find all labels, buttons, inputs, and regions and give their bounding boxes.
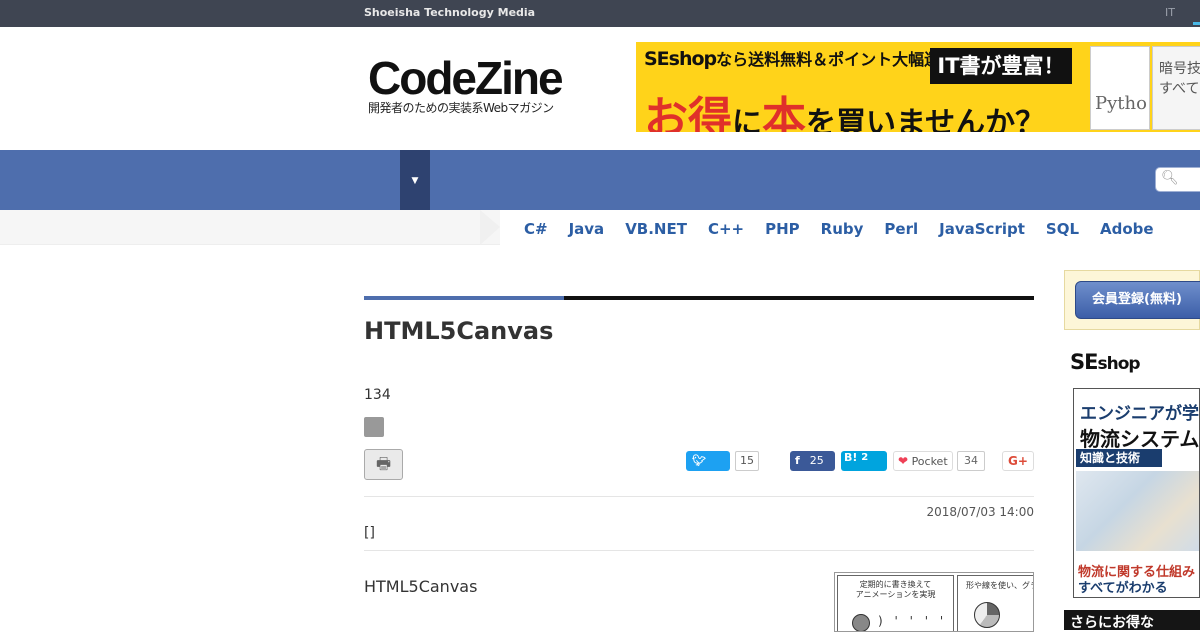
book-title-line1: エンジニアが学 [1080, 404, 1199, 424]
pocket-count: 34 [957, 451, 985, 471]
hatena-bookmark-button[interactable]: B! 2 [841, 451, 887, 471]
lang-link-javascript[interactable]: JavaScript [939, 220, 1025, 238]
print-button[interactable]: 🖶︎ [364, 449, 403, 480]
facebook-share-button[interactable]: f 25 [790, 451, 835, 471]
main-nav: ▼ [0, 150, 1200, 210]
thumb-panel-animation: 定期的に書き換えて アニメーションを実現 ) ' ' ' ' [837, 575, 954, 631]
tweet-count: 15 [735, 451, 759, 471]
logo-tagline: 開発者のための実装系Webマガジン [368, 101, 554, 115]
hatena-icon: B! [844, 451, 858, 464]
site-logo[interactable]: CodeZine 開発者のための実装系Webマガジン [368, 55, 598, 123]
top-bar: Shoeisha Technology Media IT [0, 0, 1200, 27]
lang-link-ruby[interactable]: Ruby [821, 220, 864, 238]
thumb-dots: ) ' ' ' ' [878, 614, 948, 628]
pocket-button[interactable]: ❤︎ Pocket [893, 451, 953, 471]
lang-link-csharp[interactable]: C# [524, 220, 548, 238]
article-title: HTML5Canvas [364, 317, 554, 345]
lang-link-sql[interactable]: SQL [1046, 220, 1079, 238]
banner-tag: IT書が豊富！ [930, 48, 1072, 84]
banner-book-python: Pytho [1090, 46, 1150, 130]
thumb-pie [974, 602, 1000, 628]
article-count: 134 [364, 387, 391, 403]
nav-dropdown-icon[interactable]: ▼ [400, 150, 430, 210]
langbar-notch [480, 210, 500, 245]
lang-link-php[interactable]: PHP [765, 220, 800, 238]
title-rule [364, 296, 1034, 300]
seshop-logo[interactable]: SEshop [1070, 350, 1141, 374]
register-box: 会員登録(無料) [1064, 270, 1200, 330]
publish-date: 2018/07/03 14:00 [926, 505, 1034, 519]
book-title-line2: 物流システム [1080, 427, 1200, 451]
twitter-icon: 🐦︎ [692, 454, 706, 467]
tweet-button[interactable]: 🐦︎ [686, 451, 730, 471]
ad-banner[interactable]: SEshopなら送料無料＆ポイント大幅還元 IT書が豊富！ お得に本を買いません… [636, 42, 1200, 132]
it-link[interactable]: IT [1165, 6, 1175, 19]
lang-link-vbnet[interactable]: VB.NET [625, 220, 687, 238]
book-cover-illustration [1076, 471, 1199, 551]
hatena-count: 2 [861, 452, 869, 463]
facebook-icon: f [795, 454, 800, 467]
printer-icon: 🖶︎ [375, 454, 392, 473]
accent-bar [1193, 22, 1200, 25]
author-avatar [364, 417, 384, 437]
banner-book-crypto: 暗号技すべて [1152, 46, 1200, 130]
publisher-link[interactable]: Shoeisha Technology Media [364, 6, 535, 19]
divider [364, 496, 1034, 497]
book-caption2: すべてがわかる [1078, 581, 1168, 596]
pocket-label: Pocket [911, 455, 948, 468]
article-tags: [] [364, 525, 375, 541]
sidebar-book-ad[interactable]: エンジニアが学 物流システム 知識と技術 物流に関する仕組み すべてがわかる [1073, 388, 1200, 598]
register-button[interactable]: 会員登録(無料) [1075, 281, 1200, 319]
article-lead: HTML5Canvas [364, 577, 478, 596]
search-input[interactable]: 🔍︎ [1155, 167, 1200, 192]
thumb-panel-graph: 形や線を使い、グラフ [957, 575, 1033, 631]
gplus-button[interactable]: G+ [1002, 451, 1034, 471]
book-subtitle: 知識と技術 [1076, 449, 1162, 467]
logo-wordmark: CodeZine [368, 52, 564, 104]
lang-link-cpp[interactable]: C++ [708, 220, 744, 238]
lang-link-java[interactable]: Java [569, 220, 605, 238]
article-thumbnail[interactable]: 定期的に書き換えて アニメーションを実現 ) ' ' ' ' 形や線を使い、グラ… [834, 572, 1034, 632]
lang-link-adobe[interactable]: Adobe [1100, 220, 1154, 238]
facebook-count: 25 [809, 454, 824, 467]
banner-main-text: お得に本を買いませんか？ [644, 93, 1046, 132]
pocket-icon: ❤︎ [898, 454, 909, 468]
language-bar: C# Java VB.NET C++ PHP Ruby Perl JavaScr… [0, 210, 1200, 245]
lang-link-perl[interactable]: Perl [884, 220, 918, 238]
promo-banner[interactable]: さらにお得な [1064, 610, 1200, 630]
thumb-circle [852, 614, 870, 631]
divider [364, 550, 1034, 551]
search-icon[interactable]: 🔍︎ [1161, 170, 1179, 186]
title-rule-accent [364, 296, 564, 300]
language-list: C# Java VB.NET C++ PHP Ruby Perl JavaScr… [524, 220, 1175, 238]
banner-headline: SEshopなら送料無料＆ポイント大幅還元 [644, 48, 957, 70]
